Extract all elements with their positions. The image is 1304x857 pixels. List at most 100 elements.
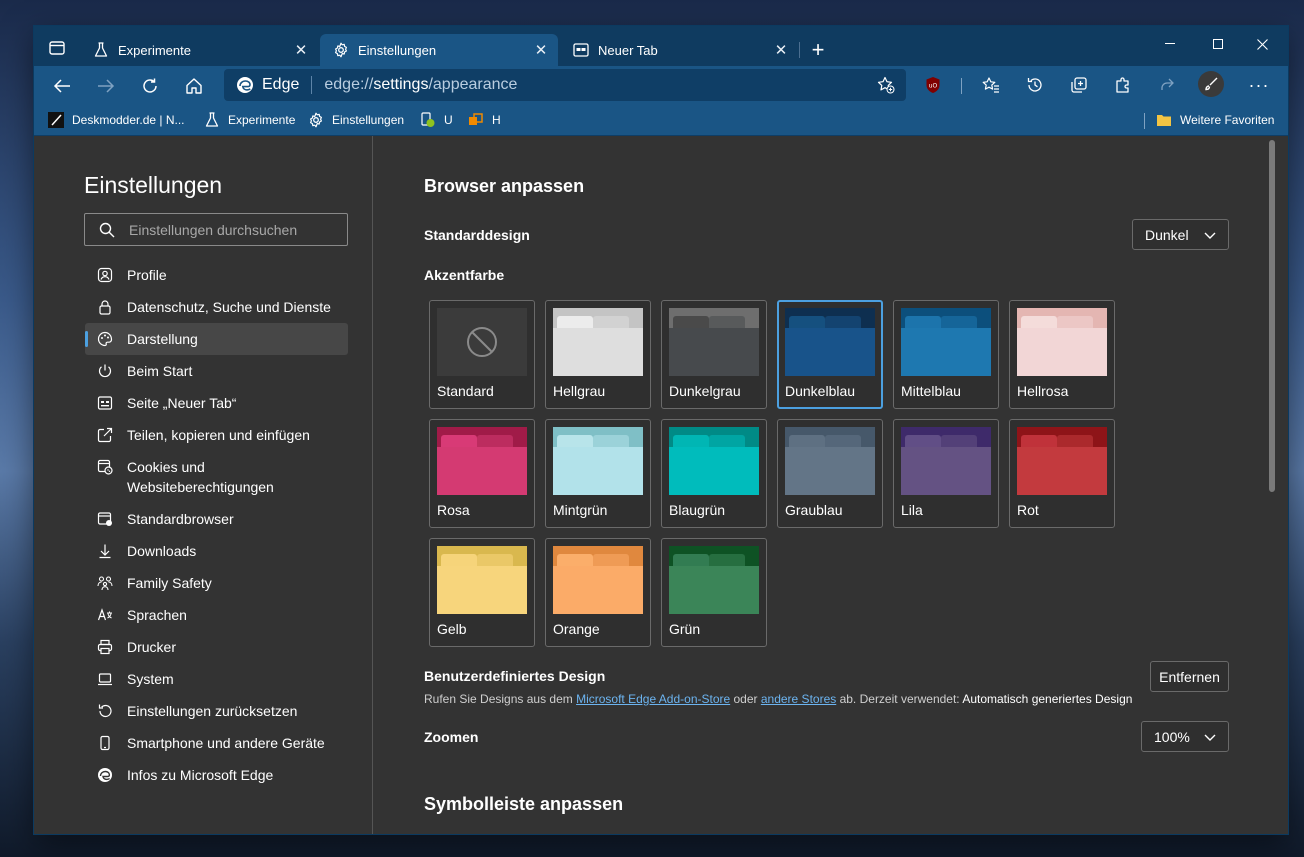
sidebar-item-beim-start[interactable]: Beim Start bbox=[85, 355, 348, 387]
swatch-label: Mintgrün bbox=[553, 502, 608, 518]
favorite-label: U bbox=[444, 113, 453, 127]
refresh-button[interactable] bbox=[136, 72, 164, 100]
swatch-label: Hellrosa bbox=[1017, 383, 1069, 399]
dropdown-value: 100% bbox=[1154, 728, 1190, 745]
close-tab-button[interactable]: ✕ bbox=[772, 41, 790, 59]
extensions-button[interactable] bbox=[1112, 74, 1134, 96]
swatch-preview bbox=[553, 308, 643, 376]
favorite-label: Einstellungen bbox=[332, 113, 405, 127]
accent-swatch-gelb[interactable]: Gelb bbox=[429, 538, 535, 647]
minimize-icon bbox=[1165, 43, 1175, 44]
settings-more-button[interactable]: ··· bbox=[1248, 74, 1270, 96]
tab-actions-button[interactable] bbox=[42, 36, 72, 60]
sidebar-item-einstellungen-zurücksetzen[interactable]: Einstellungen zurücksetzen bbox=[85, 695, 348, 727]
tab-einstellungen[interactable]: Einstellungen ✕ bbox=[320, 34, 558, 66]
browser-window: Experimente ✕ Einstellungen ✕ Neuer Tab … bbox=[34, 26, 1288, 834]
tab-experimente[interactable]: Experimente ✕ bbox=[80, 34, 318, 66]
other-favorites-button[interactable]: Weitere Favoriten bbox=[1156, 110, 1274, 130]
sidebar-item-darstellung[interactable]: Darstellung bbox=[85, 323, 348, 355]
sidebar-item-label: Standardbrowser bbox=[127, 511, 234, 527]
tab-separator bbox=[799, 42, 800, 58]
profile-button[interactable] bbox=[1198, 71, 1224, 97]
sidebar-item-profile[interactable]: Profile bbox=[85, 259, 348, 291]
sidebar-item-smartphone-und-andere-geräte[interactable]: Smartphone und andere Geräte bbox=[85, 727, 348, 759]
add-favorite-button[interactable] bbox=[876, 75, 896, 95]
accent-swatch-rosa[interactable]: Rosa bbox=[429, 419, 535, 528]
sidebar-item-sprachen[interactable]: Sprachen bbox=[85, 599, 348, 631]
accent-swatch-dunkelgrau[interactable]: Dunkelgrau bbox=[661, 300, 767, 409]
sidebar-item-teilen-kopieren-und-einfügen[interactable]: Teilen, kopieren und einfügen bbox=[85, 419, 348, 451]
favorites-button[interactable] bbox=[980, 74, 1002, 96]
swatch-preview bbox=[553, 546, 643, 614]
favorite-item[interactable]: Experimente bbox=[204, 110, 295, 130]
accent-swatch-dunkelblau[interactable]: Dunkelblau bbox=[777, 300, 883, 409]
tab-neuer-tab[interactable]: Neuer Tab ✕ bbox=[560, 34, 798, 66]
close-tab-button[interactable]: ✕ bbox=[292, 41, 310, 59]
collections-button[interactable] bbox=[1068, 74, 1090, 96]
minimize-button[interactable] bbox=[1148, 30, 1192, 58]
back-button[interactable] bbox=[48, 72, 76, 100]
share-button[interactable] bbox=[1156, 74, 1178, 96]
accent-swatch-grün[interactable]: Grün bbox=[661, 538, 767, 647]
swatch-preview bbox=[901, 427, 991, 495]
accent-swatch-rot[interactable]: Rot bbox=[1009, 419, 1115, 528]
newtab-page-icon bbox=[95, 393, 115, 413]
swatch-label: Graublau bbox=[785, 502, 843, 518]
forward-button[interactable] bbox=[92, 72, 120, 100]
favorite-label: H bbox=[492, 113, 501, 127]
favorite-item[interactable]: Einstellungen bbox=[308, 110, 404, 130]
favorite-item[interactable]: H bbox=[468, 110, 501, 130]
sidebar-item-label: Profile bbox=[127, 267, 167, 283]
accent-swatch-blaugrün[interactable]: Blaugrün bbox=[661, 419, 767, 528]
tab-label: Einstellungen bbox=[358, 42, 437, 58]
flask-icon bbox=[92, 41, 110, 59]
home-button[interactable] bbox=[180, 72, 208, 100]
deskmodder-icon bbox=[48, 112, 64, 128]
scrollbar-thumb[interactable] bbox=[1269, 140, 1275, 492]
new-tab-button[interactable]: + bbox=[806, 37, 830, 62]
accent-swatch-hellgrau[interactable]: Hellgrau bbox=[545, 300, 651, 409]
remove-design-button[interactable]: Entfernen bbox=[1150, 661, 1229, 692]
close-tab-button[interactable]: ✕ bbox=[532, 41, 550, 59]
addon-store-link[interactable]: Microsoft Edge Add-on-Store bbox=[576, 692, 730, 706]
profile-icon bbox=[95, 265, 115, 285]
default-design-dropdown[interactable]: Dunkel bbox=[1132, 219, 1229, 250]
sidebar-item-drucker[interactable]: Drucker bbox=[85, 631, 348, 663]
accent-swatch-orange[interactable]: Orange bbox=[545, 538, 651, 647]
folder-icon bbox=[1156, 112, 1172, 128]
sidebar-item-family-safety[interactable]: Family Safety bbox=[85, 567, 348, 599]
swatch-preview bbox=[785, 427, 875, 495]
favorites-bar: Deskmodder.de | N... Experimente Einstel… bbox=[34, 104, 1288, 136]
sidebar-item-downloads[interactable]: Downloads bbox=[85, 535, 348, 567]
accent-swatch-lila[interactable]: Lila bbox=[893, 419, 999, 528]
sidebar-item-system[interactable]: System bbox=[85, 663, 348, 695]
close-window-button[interactable] bbox=[1240, 30, 1284, 58]
accent-swatch-hellrosa[interactable]: Hellrosa bbox=[1009, 300, 1115, 409]
sidebar-item-standardbrowser[interactable]: Standardbrowser bbox=[85, 503, 348, 535]
tab-label: Neuer Tab bbox=[598, 42, 658, 58]
sidebar-item-cookies-und-websiteberechtigungen[interactable]: Cookies und Websiteberechtigungen bbox=[85, 451, 348, 501]
search-placeholder: Einstellungen durchsuchen bbox=[129, 221, 298, 238]
swatch-preview bbox=[669, 546, 759, 614]
accent-swatch-mittelblau[interactable]: Mittelblau bbox=[893, 300, 999, 409]
accent-swatch-standard[interactable]: Standard bbox=[429, 300, 535, 409]
swatch-label: Dunkelgrau bbox=[669, 383, 741, 399]
accent-swatch-graublau[interactable]: Graublau bbox=[777, 419, 883, 528]
sidebar-item-datenschutz-suche-und-dienste[interactable]: Datenschutz, Suche und Dienste bbox=[85, 291, 348, 323]
zoom-dropdown[interactable]: 100% bbox=[1141, 721, 1229, 752]
history-button[interactable] bbox=[1024, 74, 1046, 96]
newtab-page-icon bbox=[572, 41, 590, 59]
swatch-label: Blaugrün bbox=[669, 502, 726, 518]
settings-search-input[interactable]: Einstellungen durchsuchen bbox=[84, 213, 348, 246]
maximize-button[interactable] bbox=[1196, 30, 1240, 58]
default-design-label: Standarddesign bbox=[424, 227, 530, 243]
accent-swatch-mintgrün[interactable]: Mintgrün bbox=[545, 419, 651, 528]
other-stores-link[interactable]: andere Stores bbox=[761, 692, 836, 706]
dropdown-value: Dunkel bbox=[1145, 226, 1189, 243]
sidebar-item-seite-neuer-tab[interactable]: Seite „Neuer Tab“ bbox=[85, 387, 348, 419]
sidebar-item-infos-zu-microsoft-edge[interactable]: Infos zu Microsoft Edge bbox=[85, 759, 348, 791]
address-bar[interactable]: Edge edge://settings/appearance bbox=[224, 69, 906, 101]
favorite-item[interactable]: Deskmodder.de | N... bbox=[48, 110, 185, 130]
favorite-item[interactable]: U bbox=[420, 110, 453, 130]
ublock-extension-button[interactable]: uO bbox=[922, 74, 944, 96]
